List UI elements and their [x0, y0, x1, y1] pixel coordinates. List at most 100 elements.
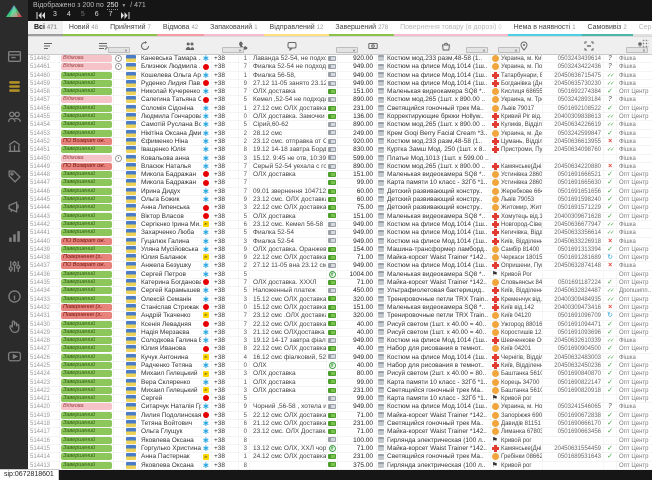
tracking-number[interactable]: 0501691313394: [543, 246, 604, 254]
tracking-number[interactable]: [543, 462, 604, 470]
filter-status-icon[interactable]: [98, 38, 108, 56]
table-row[interactable]: 514441 Завершений Захарченко Люба +38 5 …: [28, 229, 652, 237]
page-7[interactable]: 7: [109, 11, 113, 18]
table-row[interactable]: 514446 Завершений Ирина Дидух +38 7 09.0…: [28, 188, 652, 196]
comments-column-icon[interactable]: [287, 38, 297, 56]
sort-icon[interactable]: [43, 38, 53, 56]
video-icon[interactable]: [7, 349, 22, 364]
products-column-icon[interactable]: [441, 38, 451, 56]
table-row[interactable]: 514445 Завершений Ольга Божик +38 9 23.1…: [28, 196, 652, 204]
tracking-number[interactable]: [543, 155, 604, 163]
tracking-number[interactable]: 20450633226918: [543, 238, 604, 246]
table-row[interactable]: 514444 Завершений Анна Липенська +38 3 2…: [28, 204, 652, 212]
tracking-number[interactable]: 20400309671628: [543, 213, 604, 221]
page-6[interactable]: 6: [95, 11, 99, 18]
table-row[interactable]: 514418 Завершений Тетяна Войтович +38 6 …: [28, 420, 652, 428]
table-row[interactable]: 514462 Відмова Каневська Тамара .. +38 1…: [28, 55, 652, 63]
clients-icon[interactable]: [7, 109, 22, 124]
tracking-number[interactable]: 0501690672838: [543, 412, 604, 420]
tab-Повернення товару (в дорозі)[interactable]: Повернення товару (в дорозі)0: [394, 21, 508, 36]
table-row[interactable]: 514437 ПО Возврат ож. Анжела Безушку +38…: [28, 262, 652, 270]
table-row[interactable]: 514427 Завершений Юлия Иванова +38 8 22.…: [28, 345, 652, 353]
table-row[interactable]: 514455 Завершений Людмила Гончарова +38 …: [28, 113, 652, 121]
tracking-number[interactable]: 0503241546065: [543, 403, 604, 411]
payment-filter-dropdown[interactable]: [336, 47, 358, 53]
table-row[interactable]: 514431 Повернення (з.. Андрій Ткаченко +…: [28, 312, 652, 320]
table-row[interactable]: 514442 Завершений Сергієнко Ірина Ми.. +…: [28, 221, 652, 229]
location-column-icon[interactable]: [519, 38, 529, 56]
table-row[interactable]: 514434 Завершений Сергей Карамышев +38 5…: [28, 287, 652, 295]
tracking-number[interactable]: 0501691096709: [543, 312, 604, 320]
tracking-number[interactable]: 20450633356614: [543, 229, 604, 237]
tracking-number[interactable]: 20400309484935: [543, 296, 604, 304]
table-row[interactable]: 514447 Завершений Микола Бадражан +38 7 …: [28, 179, 652, 187]
table-row[interactable]: 514432 Повернення (з.. Станіслав Стрижак…: [28, 304, 652, 312]
orders-list-icon[interactable]: [7, 79, 22, 94]
table-row[interactable]: 514424 Завершений Михаил Гилецький +38 3…: [28, 370, 652, 378]
refresh-icon[interactable]: [140, 38, 150, 56]
tracking-number[interactable]: 0501691665630: [543, 179, 604, 187]
tracking-number[interactable]: 20450636715475: [543, 72, 604, 80]
table-row[interactable]: 514461 Відмова Близнюк Людмила .. +38 7 …: [28, 63, 652, 71]
tracking-number[interactable]: 0501690822147: [543, 379, 604, 387]
table-row[interactable]: 514421 Завершений Сергей +38 5 99.00 Кар…: [28, 395, 652, 403]
records-range-value[interactable]: 250: [107, 2, 119, 10]
tab-Сервіси[interactable]: Сервіси0: [633, 21, 652, 36]
table-row[interactable]: 514453 Завершений Нікітіна Оксана Дми.. …: [28, 130, 652, 138]
tracking-number[interactable]: 0501690663456: [543, 428, 604, 436]
table-row[interactable]: 514417 Завершений Ольга Глущук +38 0 23.…: [28, 428, 652, 436]
app-logo-icon[interactable]: [5, 4, 23, 23]
tracking-number[interactable]: 0501690820918: [543, 387, 604, 395]
tracking-number[interactable]: 20450632874148: [543, 262, 604, 270]
payment-column-icon[interactable]: [368, 38, 378, 56]
tracking-number[interactable]: 20400309473416: [543, 304, 604, 312]
tracking-number[interactable]: 0501692108522: [543, 105, 604, 113]
table-row[interactable]: 514414 Завершений Анна Пастернак +38 1 2…: [28, 453, 652, 461]
tab-Завершений[interactable]: Завершений278: [329, 21, 394, 36]
table-row[interactable]: 514456 Завершений Соломія Сідоніна +38 1…: [28, 105, 652, 113]
table-row[interactable]: 514439 Завершений Уляна Мусійовська +38 …: [28, 246, 652, 254]
tab-Запакований[interactable]: Запакований1: [204, 21, 263, 36]
tracking-number[interactable]: 20450632483003: [543, 354, 604, 362]
table-row[interactable]: 514430 Завершений Ксенія Левадняя +38 7 …: [28, 321, 652, 329]
tracking-number[interactable]: 20450632610339: [543, 337, 604, 345]
table-row[interactable]: 514460 Завершений Кошелева Ольга Ар.. +3…: [28, 72, 652, 80]
table-row[interactable]: 514436 Завершений Сергей Петров +38 5 10…: [28, 271, 652, 279]
products-tag-icon[interactable]: [7, 169, 22, 184]
table-row[interactable]: 514435 Завершений Катерина Богданова +38…: [28, 279, 652, 287]
column-settings-icon[interactable]: [642, 39, 649, 49]
tab-Відправлений[interactable]: Відправлений12: [264, 21, 330, 36]
tracking-number[interactable]: 0501691094471: [543, 321, 604, 329]
table-row[interactable]: 514413 Завершений Яковлева Оксана +38 8 …: [28, 462, 652, 470]
tracking-number[interactable]: 20450635730230: [543, 80, 604, 88]
table-row[interactable]: 514440 ПО Возврат ож. Гуцалюк Галина +38…: [28, 238, 652, 246]
marketing-megaphone-icon[interactable]: [7, 199, 22, 214]
table-row[interactable]: 514448 Завершений Микола Бадражан +38 7 …: [28, 171, 652, 179]
page-4[interactable]: 4: [67, 11, 71, 18]
tab-Нема в наявності[interactable]: Нема в наявності1: [508, 21, 582, 36]
table-row[interactable]: 514457 Відмова Салегина Татьяна С.. +38 …: [28, 96, 652, 104]
tracking-number[interactable]: 0501691281689: [543, 254, 604, 262]
tracking-number[interactable]: 0501691651656: [543, 188, 604, 196]
tracking-number[interactable]: 0503242599847: [543, 130, 604, 138]
tracking-number[interactable]: 20450636613955: [543, 138, 604, 146]
tracking-number[interactable]: [543, 395, 604, 403]
tracking-number[interactable]: 20450632450236: [543, 362, 604, 370]
tab-Відмова[interactable]: Відмова42: [157, 21, 204, 36]
table-row[interactable]: 514420 Відмова Ситарчук Наталія Гр.. +38…: [28, 403, 652, 411]
tracking-number[interactable]: [543, 271, 604, 279]
page-3[interactable]: 3: [53, 11, 57, 18]
info-icon[interactable]: [7, 289, 22, 304]
tracking-number[interactable]: 20450632824487: [543, 287, 604, 295]
last-page-button[interactable]: [121, 12, 130, 19]
first-page-button[interactable]: [36, 12, 45, 19]
table-row[interactable]: 514423 Завершений Вера Скляренко +38 1 О…: [28, 379, 652, 387]
tracking-column-icon[interactable]: [584, 38, 594, 56]
table-row[interactable]: 514438 Повернення (з.. Юлия Баланюк +38 …: [28, 254, 652, 262]
reports-chart-icon[interactable]: [7, 229, 22, 244]
tab-Новий[interactable]: Новий48: [63, 21, 104, 36]
tracking-number[interactable]: 0501690904500: [543, 345, 604, 353]
table-row[interactable]: 514451 Завершений Іващенко Юлія +38 8 19…: [28, 146, 652, 154]
tab-Прийнятий[interactable]: Прийнятий7: [104, 21, 157, 36]
table-row[interactable]: 514429 Завершений Надія Мерзаєва +38 3 2…: [28, 329, 652, 337]
